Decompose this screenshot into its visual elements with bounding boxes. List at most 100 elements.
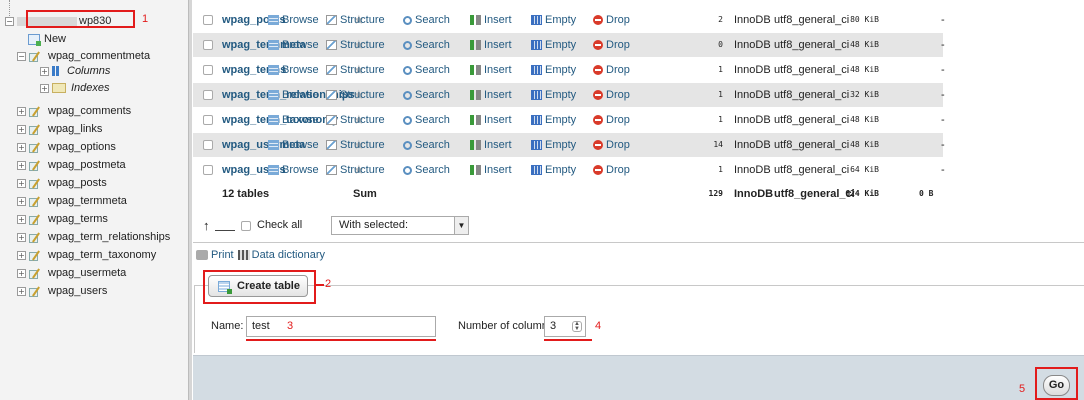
- sidebar-item-wpag-term-relationships[interactable]: + wpag_term_relationships: [17, 228, 170, 246]
- check-all-checkbox[interactable]: [241, 221, 251, 231]
- sidebar-item-columns[interactable]: + Columns: [40, 62, 110, 80]
- expand-icon[interactable]: +: [17, 286, 26, 296]
- table-name-input[interactable]: test: [246, 316, 436, 337]
- empty-action[interactable]: Empty: [531, 164, 576, 176]
- row-checkbox[interactable]: [203, 90, 213, 100]
- sidebar-item-label[interactable]: wpag_comments: [48, 105, 131, 117]
- browse-action[interactable]: Browse: [268, 89, 319, 101]
- search-action[interactable]: Search: [403, 39, 450, 51]
- expand-icon[interactable]: +: [17, 232, 26, 242]
- check-all-label[interactable]: Check all: [257, 219, 302, 231]
- expand-icon[interactable]: +: [17, 124, 26, 134]
- expand-icon[interactable]: +: [17, 250, 26, 260]
- expand-icon[interactable]: +: [17, 268, 26, 278]
- insert-action[interactable]: Insert: [470, 14, 512, 26]
- sidebar-item-wpag-options[interactable]: + wpag_options: [17, 138, 116, 156]
- empty-action[interactable]: Empty: [531, 39, 576, 51]
- expand-icon[interactable]: +: [17, 106, 26, 116]
- with-selected-dropdown[interactable]: With selected: ▼: [331, 216, 469, 235]
- row-checkbox[interactable]: [203, 40, 213, 50]
- row-checkbox[interactable]: [203, 165, 213, 175]
- sidebar-item-wpag-comments[interactable]: + wpag_comments: [17, 102, 131, 120]
- browse-action[interactable]: Browse: [268, 139, 319, 151]
- browse-action[interactable]: Browse: [268, 64, 319, 76]
- drop-action[interactable]: Drop: [593, 89, 630, 101]
- search-action[interactable]: Search: [403, 14, 450, 26]
- drop-action[interactable]: Drop: [593, 139, 630, 151]
- sidebar-item-wpag-termmeta[interactable]: + wpag_termmeta: [17, 192, 127, 210]
- expand-icon[interactable]: +: [40, 83, 49, 93]
- empty-action[interactable]: Empty: [531, 114, 576, 126]
- insert-action[interactable]: Insert: [470, 139, 512, 151]
- browse-action[interactable]: Browse: [268, 164, 319, 176]
- drop-action[interactable]: Drop: [593, 14, 630, 26]
- collapse-icon[interactable]: −: [17, 51, 26, 61]
- sidebar-item-label[interactable]: wpag_options: [48, 141, 116, 153]
- number-of-columns-stepper[interactable]: 3 ▲ ▼: [544, 316, 586, 337]
- drop-action[interactable]: Drop: [593, 39, 630, 51]
- sidebar-item-label[interactable]: Indexes: [71, 82, 110, 94]
- collapse-icon[interactable]: −: [5, 16, 14, 26]
- structure-action[interactable]: Structure: [326, 39, 385, 51]
- sidebar-item-label[interactable]: wpag_links: [48, 123, 102, 135]
- insert-action[interactable]: Insert: [470, 64, 512, 76]
- sidebar-item-label[interactable]: wpag_commentmeta: [48, 50, 150, 62]
- sidebar-resize-handle[interactable]: [188, 0, 192, 400]
- row-checkbox[interactable]: [203, 115, 213, 125]
- sidebar-item-indexes[interactable]: + Indexes: [40, 79, 110, 97]
- sidebar-item-label[interactable]: wpag_posts: [48, 177, 107, 189]
- sidebar-new-item[interactable]: New: [28, 30, 66, 48]
- empty-action[interactable]: Empty: [531, 14, 576, 26]
- structure-action[interactable]: Structure: [326, 64, 385, 76]
- row-checkbox[interactable]: [203, 65, 213, 75]
- drop-action[interactable]: Drop: [593, 114, 630, 126]
- sidebar-item-wpag-term-taxonomy[interactable]: + wpag_term_taxonomy: [17, 246, 156, 264]
- expand-icon[interactable]: +: [17, 214, 26, 224]
- sidebar-item-label[interactable]: wpag_users: [48, 285, 107, 297]
- data-dictionary-link[interactable]: Data dictionary: [252, 249, 325, 261]
- sidebar-item-label[interactable]: wpag_usermeta: [48, 267, 126, 279]
- expand-icon[interactable]: +: [17, 196, 26, 206]
- structure-action[interactable]: Structure: [326, 114, 385, 126]
- sidebar-item-label[interactable]: wpag_termmeta: [48, 195, 127, 207]
- search-action[interactable]: Search: [403, 164, 450, 176]
- drop-action[interactable]: Drop: [593, 64, 630, 76]
- structure-action[interactable]: Structure: [326, 89, 385, 101]
- sidebar-item-wpag-usermeta[interactable]: + wpag_usermeta: [17, 264, 126, 282]
- insert-action[interactable]: Insert: [470, 114, 512, 126]
- insert-action[interactable]: Insert: [470, 89, 512, 101]
- sidebar-item-label[interactable]: wpag_postmeta: [48, 159, 126, 171]
- browse-action[interactable]: Browse: [268, 14, 319, 26]
- sidebar-item-wpag-posts[interactable]: + wpag_posts: [17, 174, 107, 192]
- stepper-arrows-icon[interactable]: ▲ ▼: [572, 321, 582, 332]
- print-link[interactable]: Print: [211, 249, 234, 261]
- insert-action[interactable]: Insert: [470, 39, 512, 51]
- sidebar-item-wpag-links[interactable]: + wpag_links: [17, 120, 102, 138]
- empty-action[interactable]: Empty: [531, 89, 576, 101]
- browse-action[interactable]: Browse: [268, 114, 319, 126]
- expand-icon[interactable]: +: [17, 142, 26, 152]
- structure-action[interactable]: Structure: [326, 164, 385, 176]
- structure-action[interactable]: Structure: [326, 14, 385, 26]
- sidebar-item-wpag-users[interactable]: + wpag_users: [17, 282, 107, 300]
- sidebar-item-wpag-terms[interactable]: + wpag_terms: [17, 210, 108, 228]
- sidebar-item-label[interactable]: Columns: [67, 65, 110, 77]
- expand-icon[interactable]: +: [40, 66, 49, 76]
- sidebar-item-label[interactable]: wpag_terms: [48, 213, 108, 225]
- structure-action[interactable]: Structure: [326, 139, 385, 151]
- drop-action[interactable]: Drop: [593, 164, 630, 176]
- search-action[interactable]: Search: [403, 139, 450, 151]
- insert-action[interactable]: Insert: [470, 164, 512, 176]
- search-action[interactable]: Search: [403, 114, 450, 126]
- empty-action[interactable]: Empty: [531, 139, 576, 151]
- row-checkbox[interactable]: [203, 140, 213, 150]
- sidebar-item-label[interactable]: wpag_term_relationships: [48, 231, 170, 243]
- empty-action[interactable]: Empty: [531, 64, 576, 76]
- search-action[interactable]: Search: [403, 89, 450, 101]
- sidebar-new-label[interactable]: New: [44, 33, 66, 45]
- search-action[interactable]: Search: [403, 64, 450, 76]
- sidebar-item-wpag-postmeta[interactable]: + wpag_postmeta: [17, 156, 126, 174]
- browse-action[interactable]: Browse: [268, 39, 319, 51]
- expand-icon[interactable]: +: [17, 160, 26, 170]
- expand-icon[interactable]: +: [17, 178, 26, 188]
